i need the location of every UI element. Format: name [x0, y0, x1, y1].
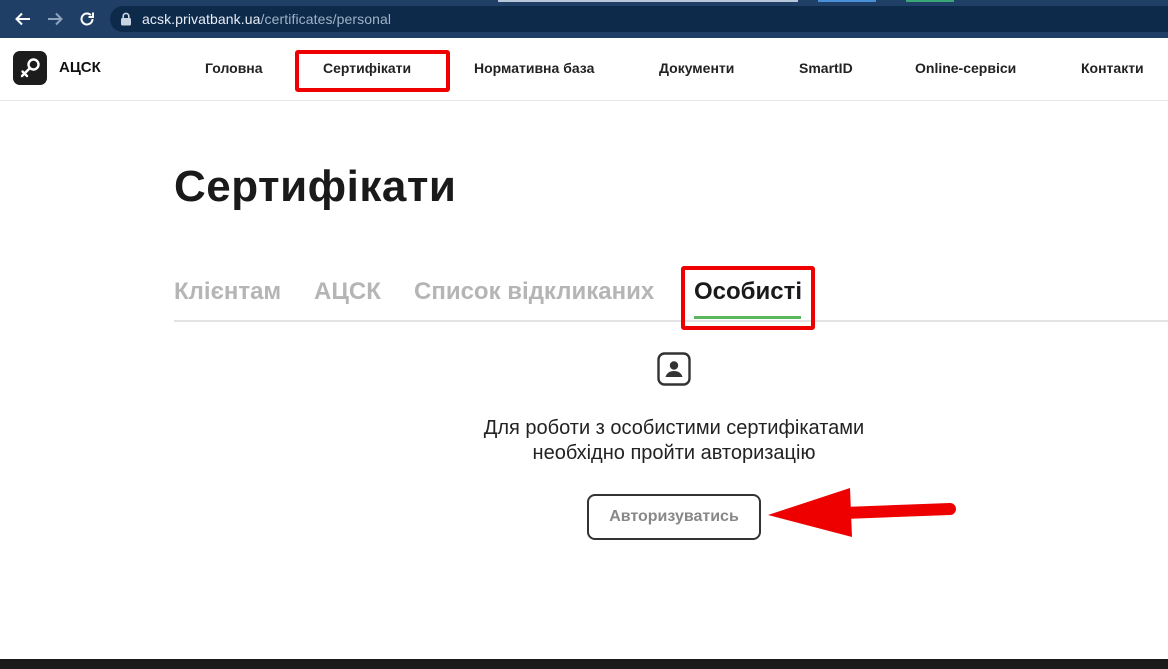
- highlight-box-nav: [295, 50, 450, 92]
- tab-acsk[interactable]: АЦСК: [314, 278, 381, 306]
- url-text: acsk.privatbank.ua/certificates/personal: [142, 11, 391, 27]
- user-icon: [657, 352, 691, 386]
- nav-item-documents[interactable]: Документи: [659, 60, 734, 76]
- url-path: /certificates/personal: [260, 11, 392, 27]
- logo-text[interactable]: АЦСК: [59, 59, 101, 76]
- nav-item-regulatory[interactable]: Нормативна база: [474, 60, 594, 76]
- page-title: Сертифікати: [174, 162, 457, 211]
- browser-toolbar: acsk.privatbank.ua/certificates/personal: [0, 0, 1168, 38]
- url-host: acsk.privatbank.ua: [142, 11, 261, 27]
- tab-strip-accent: [818, 0, 876, 2]
- highlight-box-tab: [681, 266, 815, 330]
- logo[interactable]: [13, 51, 47, 85]
- arrow-left-icon: [15, 12, 30, 26]
- nav-item-contacts[interactable]: Контакти: [1081, 60, 1144, 76]
- tab-strip-accent: [498, 0, 798, 2]
- authorize-button[interactable]: Авторизуватись: [587, 494, 761, 540]
- lock-icon: [120, 12, 134, 26]
- auth-message-line1: Для роботи з особистими сертифікатами: [483, 417, 865, 439]
- forward-button[interactable]: [44, 8, 66, 30]
- auth-message-line2: необхідно пройти авторизацію: [532, 442, 816, 464]
- tabs-divider: [174, 320, 1168, 322]
- auth-message: Для роботи з особистими сертифікатами не…: [374, 416, 974, 466]
- nav-item-smartid[interactable]: SmartID: [799, 60, 853, 76]
- nav-item-online[interactable]: Online-сервіси: [915, 60, 1016, 76]
- reload-button[interactable]: [76, 8, 98, 30]
- tab-strip-accent: [906, 0, 954, 2]
- nav-item-home[interactable]: Головна: [205, 60, 263, 76]
- tab-revoked[interactable]: Список відкликаних: [414, 278, 654, 306]
- site-header: АЦСК Головна Сертифікати Нормативна база…: [0, 38, 1168, 101]
- bottom-bar: [0, 659, 1168, 669]
- reload-icon: [80, 12, 94, 26]
- back-button[interactable]: [12, 8, 34, 30]
- tab-clients[interactable]: Клієнтам: [174, 278, 281, 306]
- key-icon: [20, 58, 40, 78]
- address-bar[interactable]: acsk.privatbank.ua/certificates/personal: [110, 6, 1168, 32]
- annotation-arrow-icon: [768, 488, 956, 537]
- arrow-right-icon: [48, 12, 63, 26]
